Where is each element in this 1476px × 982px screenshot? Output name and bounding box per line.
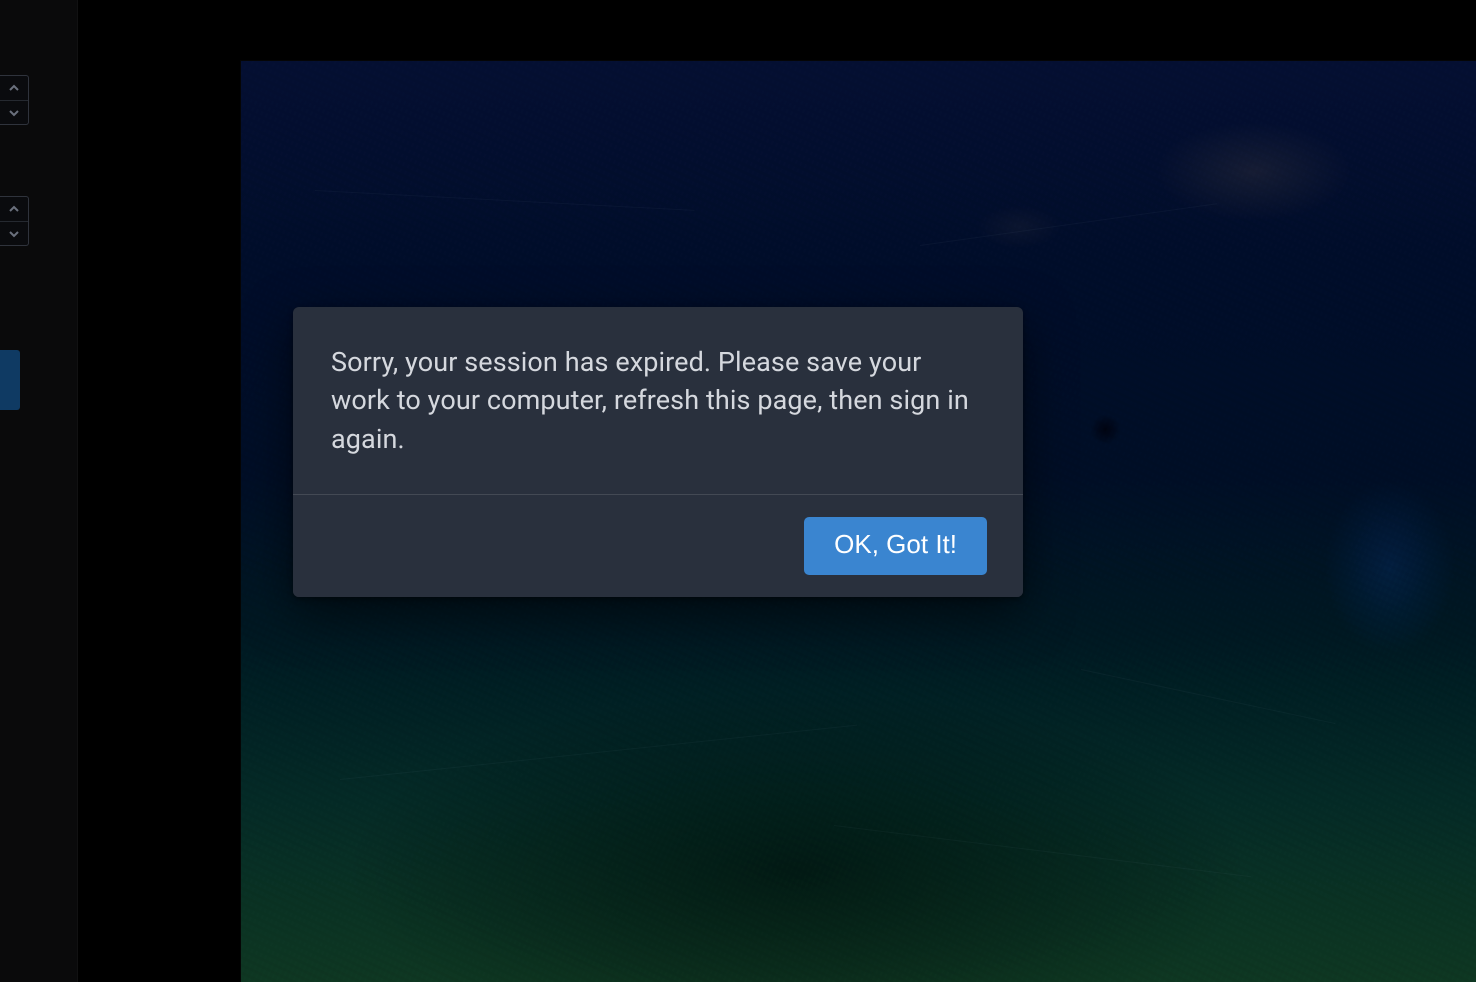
chevron-down-icon — [9, 103, 19, 122]
chevron-up-icon — [9, 78, 19, 97]
session-expired-dialog: Sorry, your session has expired. Please … — [293, 307, 1023, 597]
chevron-up-icon — [9, 199, 19, 218]
chevron-down-icon — [9, 224, 19, 243]
stepper-decrement[interactable] — [0, 101, 28, 125]
dialog-message: Sorry, your session has expired. Please … — [293, 307, 1023, 494]
numeric-stepper[interactable] — [0, 196, 29, 246]
numeric-stepper[interactable] — [0, 75, 29, 125]
sidebar-active-tab[interactable] — [0, 350, 20, 410]
stepper-increment[interactable] — [0, 76, 28, 101]
dialog-footer: OK, Got It! — [293, 494, 1023, 597]
left-sidebar — [0, 0, 78, 982]
stepper-decrement[interactable] — [0, 222, 28, 246]
stepper-increment[interactable] — [0, 197, 28, 222]
ok-got-it-button[interactable]: OK, Got It! — [804, 517, 987, 575]
